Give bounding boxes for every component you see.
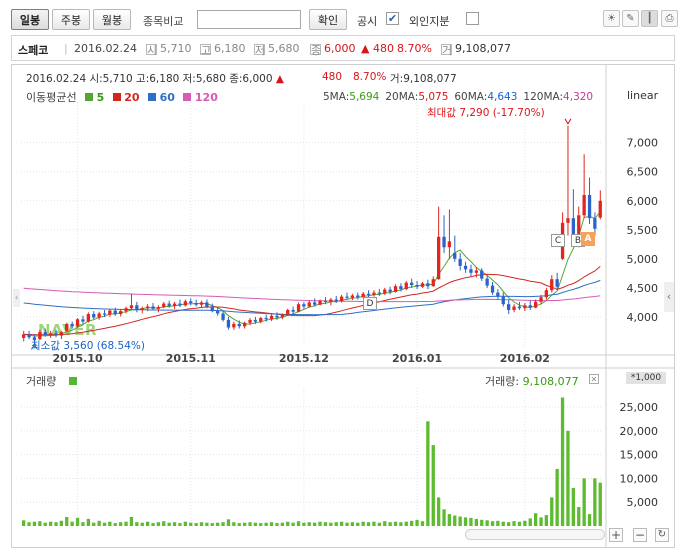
price-header-volume: 거:9,108,077 — [390, 73, 457, 85]
price-header-change-pct: 8.70% — [353, 71, 387, 83]
high-price-group: 고 6,180 — [200, 42, 246, 57]
price-header-line: 2016.02.24 시:5,710 고:6,180 저:5,680 종:6,0… — [26, 73, 273, 85]
close-price-group: 종 6,000 — [310, 42, 356, 57]
zoom-in-button[interactable]: + — [609, 528, 623, 542]
volume-swatch — [68, 377, 77, 385]
ma120-swatch — [183, 93, 192, 101]
marker-a[interactable]: A — [581, 232, 595, 246]
monthly-button[interactable]: 월봉 — [93, 9, 131, 30]
marker-d[interactable]: D — [363, 297, 377, 310]
ma120-value: 4,320 — [563, 91, 594, 103]
ma5-swatch — [85, 93, 94, 101]
weekly-button[interactable]: 주봉 — [52, 9, 90, 30]
change-percent: 8.70% — [397, 42, 432, 55]
volume-readout-label: 거래량: — [485, 375, 520, 388]
ma5-value: 5,694 — [349, 91, 380, 103]
crosshair-tool-icon[interactable]: ┃ — [641, 10, 658, 27]
volume-title-text: 거래량 — [26, 375, 57, 388]
open-price-group: 시 5,710 — [146, 42, 192, 57]
price-header: 2016.02.24 시:5,710 고:6,180 저:5,680 종:6,0… — [26, 71, 284, 86]
close-price: 6,000 — [324, 42, 356, 55]
ma-legend-title: 이동평균선 — [26, 91, 77, 104]
stock-date: 2016.02.24 — [74, 42, 137, 55]
open-icon: 시 — [146, 44, 158, 57]
foreign-ownership-checkbox[interactable] — [466, 12, 479, 25]
compare-label: 종목비교 — [143, 15, 184, 28]
price-header-arrow-icon: ▲ — [275, 73, 284, 85]
ma5-label: 5 — [96, 91, 105, 104]
refresh-icon[interactable]: ↻ — [655, 528, 669, 542]
stock-info-bar: 스페코 | 2016.02.24 시 5,710 고 6,180 저 5,680 종6… — [11, 35, 675, 61]
low-price-group: 저 5,680 — [254, 42, 300, 57]
volume-readout: 거래량: 9,108,077 — [485, 373, 579, 389]
ma5-value-label: 5MA: — [323, 91, 350, 103]
change-value: 480 — [373, 42, 394, 55]
ma20-value: 5,075 — [418, 91, 449, 103]
daily-button[interactable]: 일봉 — [11, 9, 49, 30]
high-icon: 고 — [200, 44, 212, 57]
open-price: 5,710 — [160, 42, 192, 55]
low-icon: 저 — [254, 44, 266, 57]
volume-group: 거 9,108,077 — [441, 42, 511, 57]
change-arrow-icon: ▲ — [361, 42, 370, 55]
zoom-out-button[interactable]: − — [633, 528, 647, 542]
volume-readout-value: 9,108,077 — [522, 375, 579, 388]
compare-input[interactable] — [197, 10, 301, 29]
naver-watermark: NAVER — [38, 321, 98, 339]
confirm-button[interactable]: 확인 — [309, 9, 347, 30]
ma120-label: 120 — [194, 91, 218, 104]
check-icon: ✔ — [387, 12, 398, 25]
chart-frame — [11, 64, 675, 548]
ma60-value: 4,643 — [487, 91, 518, 103]
chart-scrollbar[interactable] — [465, 529, 605, 540]
ma20-value-label: 20MA: — [385, 91, 419, 103]
volume-unit: *1,000 — [626, 372, 666, 384]
ma60-label: 60 — [159, 91, 175, 104]
disclosure-checkbox[interactable]: ✔ — [386, 12, 399, 25]
max-price-annotation: 최대값 7,290 (-17.70%) — [427, 107, 545, 119]
close-volume-icon[interactable]: ✕ — [589, 374, 599, 384]
disclosure-label: 공시 — [357, 15, 378, 28]
scroll-left-icon[interactable]: ‹ — [13, 289, 20, 307]
lightbulb-tool-icon[interactable]: ☀ — [603, 10, 620, 27]
ma120-value-label: 120MA: — [523, 91, 564, 103]
divider: | — [64, 42, 68, 55]
ma-legend: 이동평균선 5 20 60 120 — [26, 89, 218, 105]
ma-values: 5MA:5,694 20MA:5,075 60MA:4,643 120MA:4,320 — [323, 91, 593, 103]
pencil-tool-icon[interactable]: ✎ — [622, 10, 639, 27]
volume-icon: 거 — [441, 44, 453, 57]
price-header-change: 480 — [322, 71, 343, 83]
marker-c[interactable]: C — [551, 234, 565, 247]
low-price: 5,680 — [268, 42, 300, 55]
ma60-value-label: 60MA: — [454, 91, 488, 103]
high-price: 6,180 — [214, 42, 246, 55]
min-price-annotation: 최소값 3,560 (68.54%) — [31, 340, 145, 352]
close-icon: 종 — [310, 44, 322, 57]
ma20-label: 20 — [124, 91, 140, 104]
print-icon[interactable]: ⎙ — [661, 10, 678, 27]
volume-value: 9,108,077 — [455, 42, 511, 55]
ma20-swatch — [112, 93, 121, 101]
ma60-swatch — [148, 93, 157, 101]
scroll-right-icon[interactable]: ‹ — [664, 282, 674, 312]
volume-panel-title: 거래량 — [26, 373, 77, 389]
stock-name: 스페코 — [18, 44, 49, 57]
foreign-ownership-label: 외인지분 — [409, 15, 450, 28]
scale-label[interactable]: linear — [627, 89, 658, 102]
